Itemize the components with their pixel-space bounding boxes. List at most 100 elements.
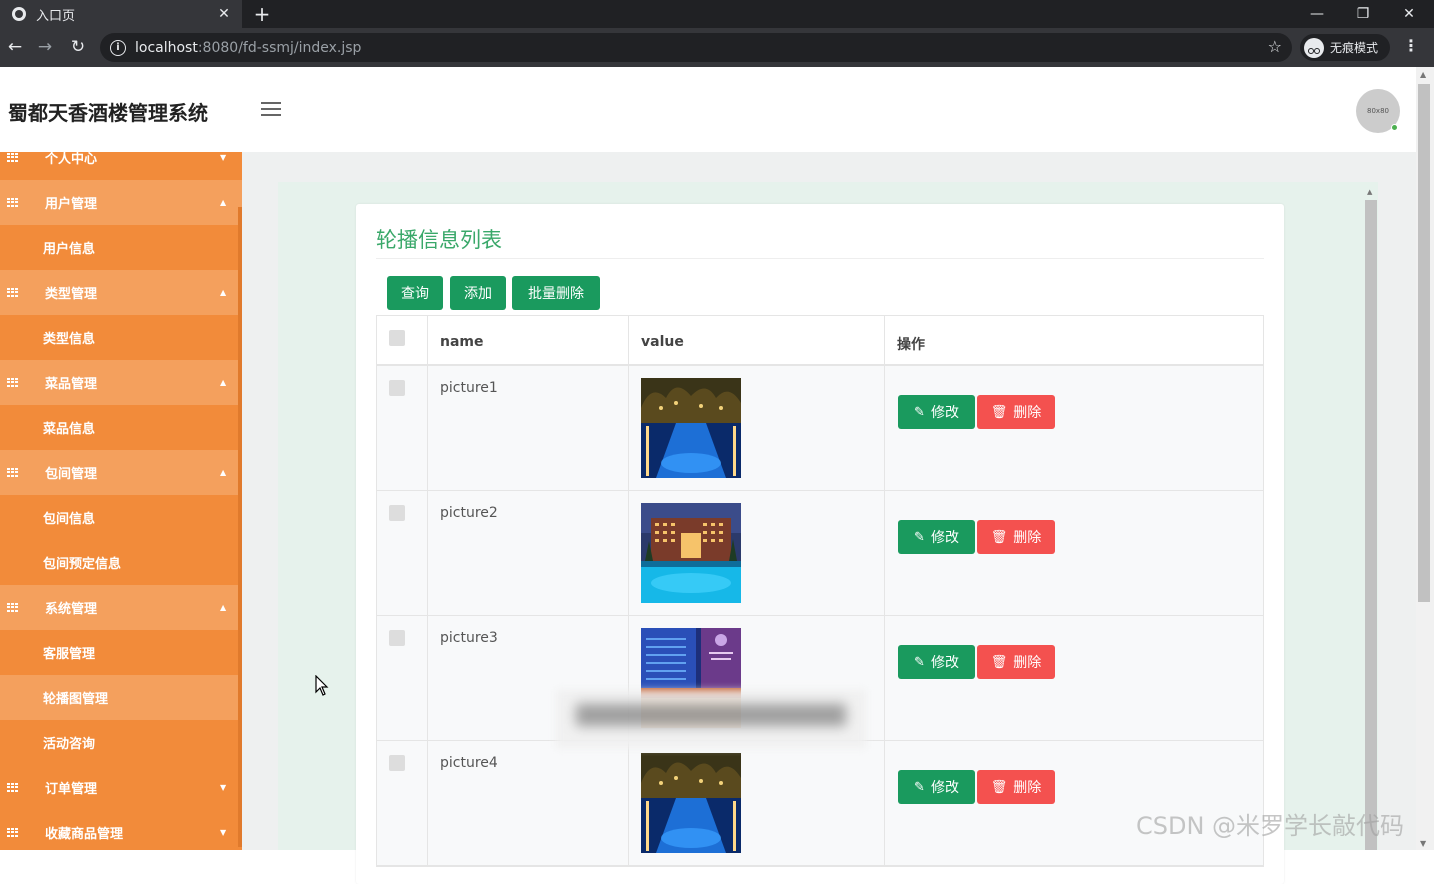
carousel-image-thumbnail[interactable]: [641, 503, 741, 603]
caret-up-icon: ▲: [220, 468, 227, 477]
edit-label: 修改: [930, 780, 959, 796]
caret-up-icon: ▲: [220, 288, 227, 297]
incognito-icon: [1304, 37, 1324, 58]
hamburger-menu-icon[interactable]: [261, 102, 281, 118]
carousel-image-thumbnail[interactable]: [641, 753, 741, 853]
cell-name: picture2: [440, 505, 498, 521]
sidebar-item[interactable]: 包间预定信息: [0, 540, 242, 585]
edit-button[interactable]: ✎ 修改: [898, 770, 975, 804]
edit-icon: ✎: [914, 529, 925, 545]
window-close-icon[interactable]: ✕: [1386, 0, 1432, 28]
content-scroll-thumb[interactable]: [1365, 200, 1377, 850]
restore-icon[interactable]: ❐: [1340, 0, 1386, 28]
trash-icon: 🗑: [990, 654, 1008, 670]
page-scroll-down-icon[interactable]: ▼: [1420, 839, 1426, 848]
sidebar-item[interactable]: 客服管理: [0, 630, 242, 675]
site-info-icon[interactable]: i: [110, 39, 126, 56]
new-tab-plus-icon[interactable]: +: [252, 2, 272, 26]
sidebar-group[interactable]: 类型管理 ▲: [0, 270, 242, 315]
incognito-badge[interactable]: 无痕模式: [1300, 34, 1390, 61]
row-checkbox[interactable]: [389, 755, 405, 771]
cell-name: picture3: [440, 630, 498, 646]
online-status-dot: [1391, 124, 1398, 131]
delete-button[interactable]: 🗑 删除: [977, 520, 1055, 554]
table-row: picture1 ✎ 修改 🗑 删除: [377, 366, 1263, 491]
sidebar-group[interactable]: 个人中心 ▼: [0, 152, 242, 180]
column-header-ops: 操作: [897, 337, 925, 353]
column-header-name: name: [440, 334, 484, 350]
batch-delete-button[interactable]: 批量删除: [512, 276, 600, 310]
table-header: name value 操作: [377, 316, 1263, 366]
page-scroll-thumb[interactable]: [1418, 84, 1430, 602]
delete-button[interactable]: 🗑 删除: [977, 645, 1055, 679]
forward-arrow-icon[interactable]: →: [34, 36, 56, 58]
edit-button[interactable]: ✎ 修改: [898, 395, 975, 429]
sidebar-group[interactable]: 包间管理 ▲: [0, 450, 242, 495]
app-brand-title: 蜀都天香酒楼管理系统: [8, 101, 208, 125]
caret-down-icon: ▼: [220, 153, 227, 162]
bookmark-star-icon[interactable]: ☆: [1268, 37, 1282, 56]
row-checkbox[interactable]: [389, 380, 405, 396]
grid-icon: [7, 467, 19, 478]
edit-button[interactable]: ✎ 修改: [898, 645, 975, 679]
incognito-label: 无痕模式: [1330, 41, 1379, 55]
add-button[interactable]: 添加: [450, 276, 506, 310]
sidebar-item[interactable]: 菜品信息: [0, 405, 242, 450]
sidebar-group[interactable]: 菜品管理 ▲: [0, 360, 242, 405]
edit-label: 修改: [930, 530, 959, 546]
sidebar-group-label: 用户管理: [45, 197, 98, 212]
minimize-icon[interactable]: —: [1294, 0, 1340, 28]
sidebar-group-label: 系统管理: [45, 602, 98, 617]
content-frame: 轮播信息列表 查询 添加 批量删除 name value 操作 picture1…: [278, 182, 1378, 884]
trash-icon: 🗑: [990, 779, 1008, 795]
tab-close-icon[interactable]: ✕: [214, 6, 234, 22]
sidebar-item[interactable]: 轮播图管理: [0, 675, 242, 720]
sidebar-group-label: 个人中心: [45, 152, 98, 167]
sidebar-group[interactable]: 收藏商品管理 ▼: [0, 810, 242, 850]
reload-icon[interactable]: ↻: [67, 36, 89, 58]
row-checkbox[interactable]: [389, 630, 405, 646]
grid-icon: [7, 377, 19, 388]
delete-button[interactable]: 🗑 删除: [977, 770, 1055, 804]
caret-up-icon: ▲: [220, 603, 227, 612]
sidebar-item[interactable]: 类型信息: [0, 315, 242, 360]
scroll-up-arrow-icon[interactable]: ▲: [1367, 188, 1372, 196]
grid-icon: [7, 827, 19, 838]
sidebar-item[interactable]: 用户信息: [0, 225, 242, 270]
grid-icon: [7, 152, 19, 163]
page-scroll-up-icon[interactable]: ▲: [1420, 70, 1426, 79]
grid-icon: [7, 602, 19, 613]
sidebar-item[interactable]: 活动咨询: [0, 720, 242, 765]
caret-up-icon: ▲: [220, 378, 227, 387]
sidebar-group[interactable]: 订单管理 ▼: [0, 765, 242, 810]
caret-down-icon: ▼: [220, 828, 227, 837]
carousel-image-thumbnail[interactable]: [641, 378, 741, 478]
sidebar-group[interactable]: 用户管理 ▲: [0, 180, 242, 225]
back-arrow-icon[interactable]: ←: [4, 36, 26, 58]
content-scrollbar[interactable]: ▲: [1364, 188, 1378, 850]
sidebar: 个人中心 ▼ 用户管理 ▲ 用户信息 类型管理 ▲ 类型信息 菜品管理 ▲ 菜品信息 包间管理 ▲ 包间信…: [0, 152, 242, 850]
query-button[interactable]: 查询: [387, 276, 443, 310]
blurred-overlay: [556, 690, 866, 748]
avatar-placeholder-text: 80x80: [1367, 107, 1389, 115]
mouse-cursor-icon: [315, 675, 329, 696]
page-scrollbar[interactable]: ▲ ▼: [1416, 67, 1434, 850]
delete-label: 删除: [1013, 780, 1042, 796]
edit-button[interactable]: ✎ 修改: [898, 520, 975, 554]
address-bar[interactable]: i localhost:8080/fd-ssmj/index.jsp ☆: [100, 33, 1292, 62]
trash-icon: 🗑: [990, 529, 1008, 545]
title-divider: [376, 258, 1264, 259]
sidebar-group-label: 菜品管理: [45, 377, 98, 392]
url-host: localhost: [135, 39, 198, 56]
browser-tab[interactable]: 入口页 ✕: [0, 0, 242, 28]
delete-label: 删除: [1013, 530, 1042, 546]
sidebar-group[interactable]: 系统管理 ▲: [0, 585, 242, 630]
row-checkbox[interactable]: [389, 505, 405, 521]
browser-tab-bar: 入口页 ✕ + — ❐ ✕: [0, 0, 1434, 28]
browser-menu-icon[interactable]: ⋮: [1402, 36, 1420, 58]
select-all-checkbox[interactable]: [389, 330, 405, 346]
app-header: 蜀都天香酒楼管理系统 80x80: [0, 67, 1416, 152]
sidebar-item[interactable]: 包间信息: [0, 495, 242, 540]
avatar[interactable]: 80x80: [1356, 89, 1400, 133]
delete-button[interactable]: 🗑 删除: [977, 395, 1055, 429]
